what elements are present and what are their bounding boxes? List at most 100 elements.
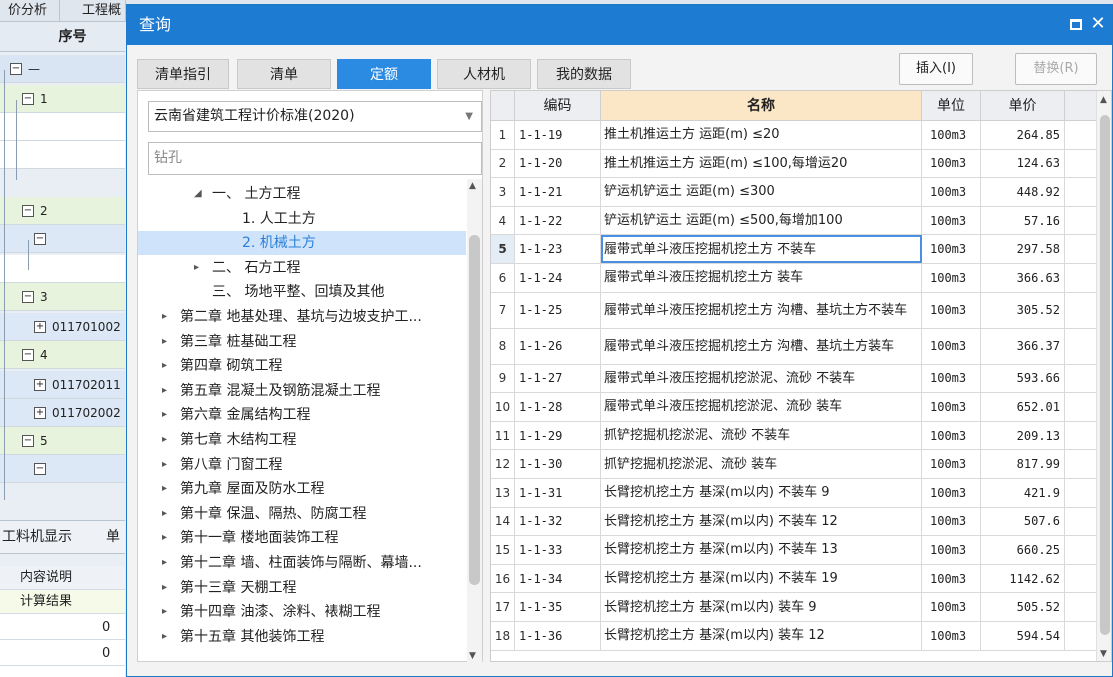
tree-scroll-thumb[interactable] xyxy=(469,235,480,585)
bg-tab-unit[interactable]: 单 xyxy=(106,521,120,554)
dialog-titlebar[interactable]: 查询 ✕ xyxy=(127,5,1112,45)
grid-scroll-thumb[interactable] xyxy=(1100,115,1110,635)
bg-tree-row[interactable] xyxy=(0,141,125,169)
close-icon[interactable]: ✕ xyxy=(1088,11,1108,37)
tree-node[interactable]: ◢ 一、 土方工程 xyxy=(138,182,466,206)
bg-tree-row[interactable]: − xyxy=(0,455,125,483)
scroll-down-icon[interactable]: ▼ xyxy=(469,651,476,661)
chevron-right-icon[interactable]: ▸ xyxy=(162,502,167,526)
table-row[interactable]: 14 1-1-32 长臂挖机挖土方 基深(m以内) 不装车 12 100m3 507.6 xyxy=(491,507,1097,537)
chevron-right-icon[interactable]: ▸ xyxy=(194,256,199,280)
bg-tree-row[interactable]: − xyxy=(0,225,125,253)
chevron-right-icon[interactable]: ▸ xyxy=(162,403,167,427)
chevron-down-icon[interactable]: ◢ xyxy=(194,182,202,206)
chevron-right-icon[interactable]: ▸ xyxy=(162,477,167,501)
col-header-unit[interactable]: 单位 xyxy=(922,91,981,121)
tree-node[interactable]: ▸ 第六章 金属结构工程 xyxy=(138,403,466,427)
table-row[interactable]: 11 1-1-29 抓铲挖掘机挖淤泥、流砂 不装车 100m3 209.13 xyxy=(491,421,1097,451)
bg-prop-row[interactable]: 0 xyxy=(0,642,125,666)
collapse-icon[interactable]: − xyxy=(34,233,46,245)
chevron-right-icon[interactable]: ▸ xyxy=(162,526,167,550)
tree-node[interactable]: ▸ 第八章 门窗工程 xyxy=(138,453,466,477)
chevron-right-icon[interactable]: ▸ xyxy=(162,330,167,354)
bg-tree-row[interactable]: −4 xyxy=(0,341,125,369)
scroll-down-icon[interactable]: ▼ xyxy=(1100,649,1107,659)
chevron-right-icon[interactable]: ▸ xyxy=(162,625,167,649)
table-row[interactable]: 9 1-1-27 履带式单斗液压挖掘机挖淤泥、流砂 不装车 100m3 593.66 xyxy=(491,364,1097,394)
col-header-name[interactable]: 名称 xyxy=(601,91,922,121)
expand-icon[interactable]: + xyxy=(34,407,46,419)
maximize-icon[interactable] xyxy=(1070,19,1082,30)
bg-tab-analysis[interactable]: 价分析 xyxy=(0,0,60,22)
bg-tree-row[interactable] xyxy=(0,255,125,283)
table-row[interactable]: 1 1-1-19 推土机推运土方 运距(m) ≤20 100m3 264.85 xyxy=(491,121,1097,150)
tree-node[interactable]: ▸ 第五章 混凝土及钢筋混凝土工程 xyxy=(138,379,466,403)
bg-tree-row[interactable]: −3 xyxy=(0,283,125,311)
bg-tree-row[interactable]: −1 xyxy=(0,85,125,113)
tree-node[interactable]: ▸ 第二章 地基处理、基坑与边坡支护工... xyxy=(138,305,466,329)
col-header-price[interactable]: 单价 xyxy=(981,91,1065,121)
bg-tree-row[interactable]: − — xyxy=(0,55,125,83)
expand-icon[interactable]: + xyxy=(34,379,46,391)
insert-button[interactable]: 插入(I) xyxy=(899,53,973,85)
table-row[interactable]: 12 1-1-30 抓铲挖掘机挖淤泥、流砂 装车 100m3 817.99 xyxy=(491,450,1097,479)
table-row[interactable]: 18 1-1-36 长臂挖机挖土方 基深(m以内) 装车 12 100m3 594.54 xyxy=(491,622,1097,651)
tab-my-data[interactable]: 我的数据 xyxy=(537,59,631,89)
table-row[interactable]: 16 1-1-34 长臂挖机挖土方 基深(m以内) 不装车 19 100m3 1142.… xyxy=(491,564,1097,594)
tab-bill-guide[interactable]: 清单指引 xyxy=(137,59,229,89)
tab-quota[interactable]: 定额 xyxy=(337,59,431,89)
collapse-icon[interactable]: − xyxy=(34,463,46,475)
table-row[interactable]: 3 1-1-21 铲运机铲运土 运距(m) ≤300 100m3 448.92 xyxy=(491,178,1097,207)
bg-tree-row[interactable]: −2 xyxy=(0,197,125,225)
table-row[interactable]: 6 1-1-24 履带式单斗液压挖掘机挖土方 装车 100m3 366.63 xyxy=(491,264,1097,293)
table-row[interactable]: 5 1-1-23 履带式单斗液压挖掘机挖土方 不装车 100m3 297.58 xyxy=(491,235,1097,264)
collapse-icon[interactable]: − xyxy=(22,205,34,217)
tree-node[interactable]: 1. 人工土方 xyxy=(138,207,466,231)
tree-node[interactable]: ▸ 第十章 保温、隔热、防腐工程 xyxy=(138,502,466,526)
tab-bill[interactable]: 清单 xyxy=(237,59,331,89)
chevron-right-icon[interactable]: ▸ xyxy=(162,354,167,378)
bg-tree-row[interactable]: +011701002 xyxy=(0,313,125,341)
scroll-up-icon[interactable]: ▲ xyxy=(469,181,476,191)
bg-tab-material-display[interactable]: 工料机显示 xyxy=(2,521,72,554)
expand-icon[interactable]: + xyxy=(34,321,46,333)
bg-tree-row[interactable] xyxy=(0,113,125,141)
collapse-icon[interactable]: − xyxy=(22,291,34,303)
col-header-code[interactable]: 编码 xyxy=(515,91,601,121)
bg-prop-row[interactable]: 计算结果 xyxy=(0,590,125,614)
table-row[interactable]: 8 1-1-26 履带式单斗液压挖掘机挖土方 沟槽、基坑土方装车 100m3 366.3… xyxy=(491,328,1097,365)
tree-node[interactable]: ▸ 第十一章 楼地面装饰工程 xyxy=(138,526,466,550)
tree-node[interactable]: ▸ 第四章 砌筑工程 xyxy=(138,354,466,378)
chevron-right-icon[interactable]: ▸ xyxy=(162,576,167,600)
bg-tree-row[interactable]: +011702011 xyxy=(0,371,125,399)
tree-scrollbar[interactable]: ▲ ▼ xyxy=(467,179,482,663)
bg-tab-overview[interactable]: 工程概 xyxy=(74,0,126,22)
standard-select[interactable]: 云南省建筑工程计价标准(2020) ▼ xyxy=(148,101,482,132)
table-row[interactable]: 2 1-1-20 推土机推运土方 运距(m) ≤100,每增运20 100m3 124.… xyxy=(491,149,1097,179)
tree-node[interactable]: 2. 机械土方 xyxy=(138,231,466,256)
chevron-right-icon[interactable]: ▸ xyxy=(162,600,167,624)
chevron-right-icon[interactable]: ▸ xyxy=(162,305,167,329)
bg-prop-row[interactable]: 0 xyxy=(0,616,125,640)
search-input[interactable]: 钻孔 xyxy=(148,142,482,175)
chevron-right-icon[interactable]: ▸ xyxy=(162,453,167,477)
tree-node[interactable]: ▸ 第三章 桩基础工程 xyxy=(138,330,466,354)
tree-node[interactable]: ▸ 第十二章 墙、柱面装饰与隔断、幕墙... xyxy=(138,551,466,575)
collapse-icon[interactable]: − xyxy=(22,435,34,447)
table-row[interactable]: 4 1-1-22 铲运机铲运土 运距(m) ≤500,每增加100 100m3 57.1… xyxy=(491,206,1097,236)
tree-node[interactable]: ▸ 第七章 木结构工程 xyxy=(138,428,466,452)
table-row[interactable]: 15 1-1-33 长臂挖机挖土方 基深(m以内) 不装车 13 100m3 660.2… xyxy=(491,536,1097,565)
collapse-icon[interactable]: − xyxy=(22,93,34,105)
grid-scrollbar[interactable]: ▲ ▼ xyxy=(1096,91,1111,661)
table-row[interactable]: 7 1-1-25 履带式单斗液压挖掘机挖土方 沟槽、基坑土方不装车 100m3 305.… xyxy=(491,292,1097,329)
replace-button[interactable]: 替换(R) xyxy=(1015,53,1097,85)
chevron-right-icon[interactable]: ▸ xyxy=(162,428,167,452)
collapse-icon[interactable]: − xyxy=(10,63,22,75)
collapse-icon[interactable]: − xyxy=(22,349,34,361)
tree-node[interactable]: ▸ 第十四章 油漆、涂料、裱糊工程 xyxy=(138,600,466,624)
bg-tree-row[interactable]: −5 xyxy=(0,427,125,455)
table-row[interactable]: 13 1-1-31 长臂挖机挖土方 基深(m以内) 不装车 9 100m3 421.9 xyxy=(491,479,1097,508)
table-row[interactable]: 10 1-1-28 履带式单斗液压挖掘机挖淤泥、流砂 装车 100m3 652.01 xyxy=(491,393,1097,422)
tree-node[interactable]: 三、 场地平整、回填及其他 xyxy=(138,280,466,304)
chevron-right-icon[interactable]: ▸ xyxy=(162,551,167,575)
